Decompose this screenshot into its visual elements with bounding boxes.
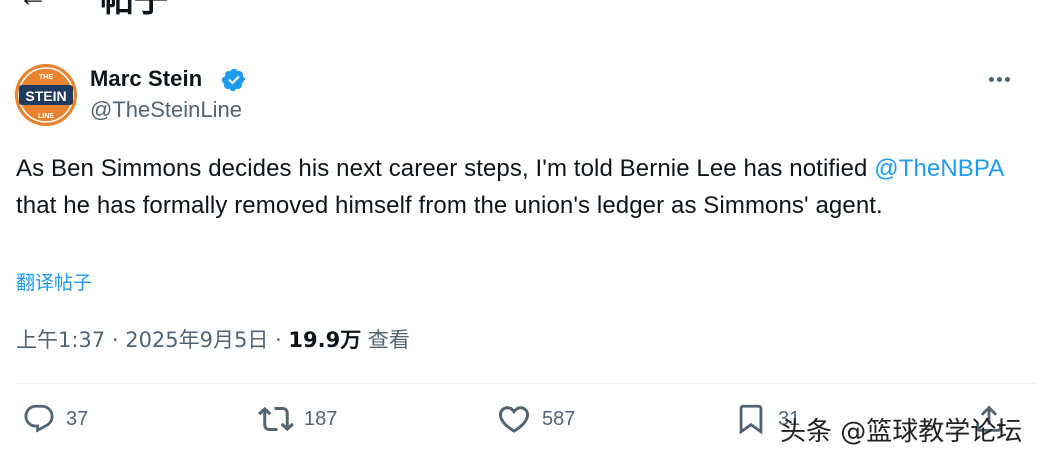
like-count: 587 bbox=[542, 407, 576, 430]
meta-separator: · bbox=[105, 328, 126, 352]
like-button[interactable]: 587 bbox=[496, 402, 575, 436]
reply-count: 37 bbox=[66, 407, 89, 430]
divider bbox=[16, 383, 1036, 384]
reply-button[interactable]: 37 bbox=[22, 402, 88, 436]
meta-separator: · bbox=[268, 328, 289, 352]
reply-icon bbox=[24, 404, 54, 433]
avatar-main-text: STEIN bbox=[25, 88, 66, 104]
tweet-date[interactable]: 2025年9月5日 bbox=[125, 328, 268, 352]
views-label: 查看 bbox=[361, 328, 410, 352]
header-bar: ← 帖子 bbox=[0, 0, 1043, 26]
tweet-text: As Ben Simmons decides his next career s… bbox=[16, 150, 1016, 224]
page-title: 帖子 bbox=[100, 0, 168, 20]
repost-icon bbox=[258, 406, 294, 432]
author-name[interactable]: Marc Stein bbox=[90, 66, 202, 92]
tweet-meta: 上午1:37 · 2025年9月5日 · 19.9万 查看 bbox=[16, 326, 410, 354]
heart-icon bbox=[498, 406, 530, 433]
verified-badge-icon bbox=[221, 67, 247, 93]
bookmark-icon bbox=[739, 404, 763, 435]
author-handle[interactable]: @TheSteinLine bbox=[90, 97, 242, 123]
tweet-time[interactable]: 上午1:37 bbox=[16, 328, 105, 352]
watermark: 头条 @篮球教学论坛 bbox=[780, 417, 1023, 447]
avatar[interactable]: THE STEIN LINE bbox=[15, 64, 77, 126]
back-arrow-icon[interactable]: ← bbox=[18, 0, 48, 12]
more-options-icon[interactable] bbox=[984, 66, 1014, 92]
repost-button[interactable]: 187 bbox=[258, 402, 337, 436]
avatar-logo-icon: THE STEIN LINE bbox=[15, 64, 77, 126]
repost-count: 187 bbox=[304, 407, 338, 430]
mention-link[interactable]: @TheNBPA bbox=[874, 155, 1003, 182]
avatar-bottom-text: LINE bbox=[38, 113, 54, 120]
views-count: 19.9万 bbox=[288, 328, 362, 352]
tweet-text-part1: As Ben Simmons decides his next career s… bbox=[16, 155, 875, 182]
avatar-top-text: THE bbox=[39, 74, 53, 81]
tweet-text-part2: that he has formally removed himself fro… bbox=[16, 192, 883, 219]
translate-post-link[interactable]: 翻译帖子 bbox=[16, 271, 92, 295]
